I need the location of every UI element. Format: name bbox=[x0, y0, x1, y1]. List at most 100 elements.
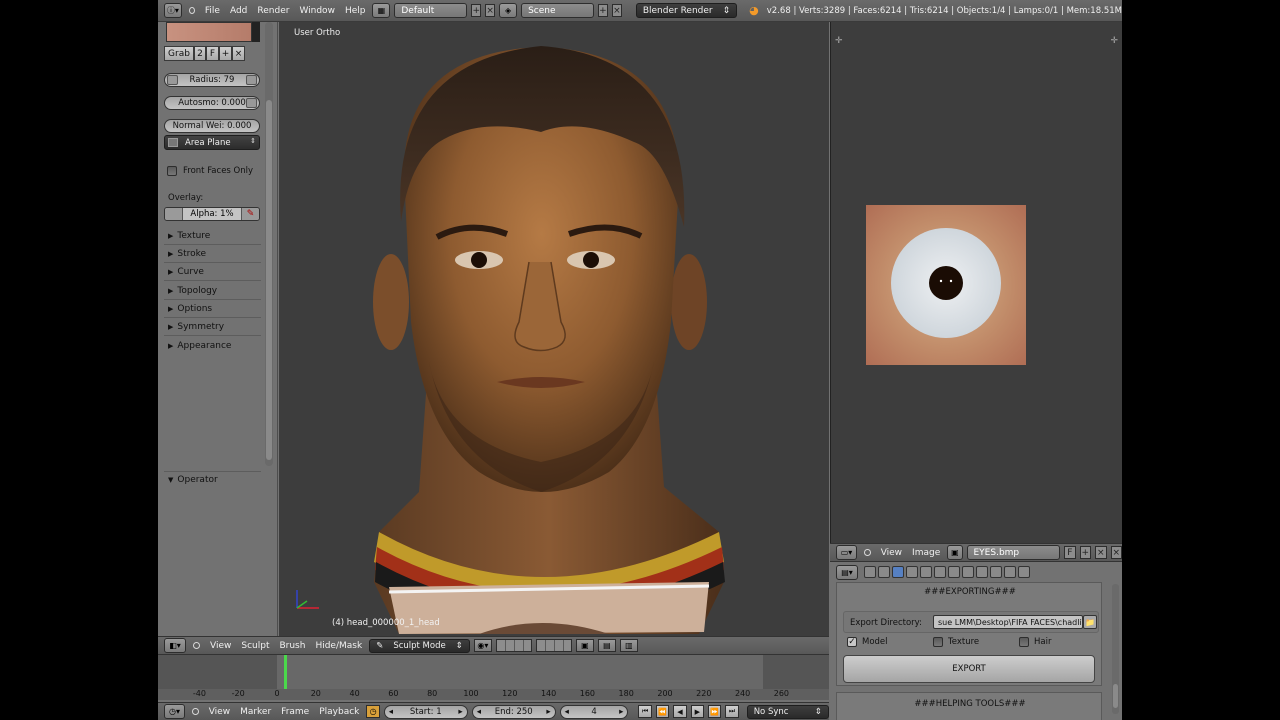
menu-file[interactable]: File bbox=[205, 6, 220, 16]
remove-layout-button[interactable]: × bbox=[485, 4, 496, 17]
hair-option[interactable]: Hair bbox=[1019, 637, 1051, 647]
menu-render[interactable]: Render bbox=[257, 6, 289, 16]
area-plane-select[interactable]: Area Plane ⇕ bbox=[164, 135, 260, 150]
image-fake-user-button[interactable]: F bbox=[1064, 546, 1076, 559]
hair-checkbox[interactable] bbox=[1019, 637, 1029, 647]
chevron-left-icon[interactable]: ◂ bbox=[389, 707, 393, 717]
scene-icon[interactable]: ◈ bbox=[499, 3, 518, 18]
remove-scene-button[interactable]: × bbox=[611, 4, 622, 17]
tool-shelf-scrollbar[interactable] bbox=[265, 22, 273, 466]
panel-options[interactable]: ▶ Options bbox=[164, 301, 261, 318]
scene-field[interactable]: Scene bbox=[521, 3, 594, 18]
autosmooth-slider[interactable]: Autosmo: 0.000 bbox=[164, 96, 260, 110]
panel-texture[interactable]: ▶ Texture bbox=[164, 228, 261, 245]
chevron-right-icon[interactable]: ▸ bbox=[458, 707, 462, 717]
current-frame-cursor[interactable] bbox=[283, 655, 287, 689]
jump-end-button[interactable]: ⏭ bbox=[725, 705, 739, 718]
area-split-icon[interactable]: ✛ bbox=[835, 36, 843, 46]
preview-range-icon[interactable]: ◷ bbox=[366, 705, 380, 718]
editor-type-info-icon[interactable]: ⓘ▾ bbox=[164, 3, 182, 18]
export-directory-input[interactable]: sue LMM\Desktop\FIFA FACES\chadli\ bbox=[933, 615, 1083, 629]
area-split-icon[interactable]: ✛ bbox=[1110, 36, 1118, 46]
front-faces-checkbox[interactable] bbox=[167, 166, 177, 176]
menu-view[interactable]: View bbox=[209, 707, 230, 717]
add-brush-button[interactable]: + bbox=[219, 46, 232, 61]
remove-brush-button[interactable]: × bbox=[232, 46, 245, 61]
model-option[interactable]: ✓ Model bbox=[847, 637, 888, 647]
modifiers-tab-icon[interactable] bbox=[934, 566, 946, 578]
render-animation-icon[interactable]: ▥ bbox=[619, 639, 638, 652]
collapse-menu-icon[interactable] bbox=[863, 549, 871, 556]
menu-marker[interactable]: Marker bbox=[240, 707, 271, 717]
texture-option[interactable]: Texture bbox=[933, 637, 979, 647]
texture-tab-icon[interactable] bbox=[976, 566, 988, 578]
chevron-right-icon[interactable]: ▸ bbox=[546, 707, 550, 717]
editor-type-properties-icon[interactable]: ▤▾ bbox=[836, 564, 858, 580]
mode-select[interactable]: ✎ Sculpt Mode ⇕ bbox=[369, 638, 470, 653]
close-icon[interactable]: × bbox=[1110, 546, 1122, 559]
particles-tab-icon[interactable] bbox=[990, 566, 1002, 578]
panel-operator[interactable]: ▼ Operator bbox=[164, 471, 261, 488]
timeline-editor[interactable]: -40 -20 0 20 40 60 80 100 120 140 160 180 200 220 240 2… bbox=[158, 654, 829, 700]
object-tab-icon[interactable] bbox=[906, 566, 918, 578]
menu-sculpt[interactable]: Sculpt bbox=[241, 641, 269, 651]
add-scene-button[interactable]: + bbox=[597, 4, 608, 17]
brush-fake-user-button[interactable]: F bbox=[206, 46, 219, 61]
menu-playback[interactable]: Playback bbox=[319, 707, 359, 717]
pressure-icon[interactable] bbox=[246, 75, 257, 85]
menu-image[interactable]: Image bbox=[912, 548, 940, 558]
constraints-tab-icon[interactable] bbox=[920, 566, 932, 578]
brush-name-field[interactable]: Grab bbox=[164, 46, 194, 61]
render-tab-icon[interactable] bbox=[864, 566, 876, 578]
menu-help[interactable]: Help bbox=[345, 6, 366, 16]
overlay-toggle-button[interactable] bbox=[165, 208, 183, 220]
render-preview-icon[interactable]: ▤ bbox=[597, 639, 616, 652]
chevron-left-icon[interactable]: ◂ bbox=[565, 707, 569, 717]
texture-checkbox[interactable] bbox=[933, 637, 943, 647]
scene-tab-icon[interactable] bbox=[878, 566, 890, 578]
chevron-right-icon[interactable]: ▸ bbox=[619, 707, 623, 717]
panel-stroke[interactable]: ▶ Stroke bbox=[164, 246, 261, 263]
collapse-menu-icon[interactable] bbox=[193, 642, 200, 649]
panel-topology[interactable]: ▶ Topology bbox=[164, 283, 261, 300]
jump-key-forward-button[interactable]: ⏩ bbox=[707, 705, 722, 718]
model-checkbox[interactable]: ✓ bbox=[847, 637, 857, 647]
layers-row-2[interactable] bbox=[535, 639, 572, 652]
lock-icon[interactable] bbox=[167, 75, 178, 85]
scripts-tab-icon[interactable] bbox=[1018, 566, 1030, 578]
image-browse-icon[interactable]: ▣ bbox=[947, 545, 963, 560]
image-name-field[interactable]: EYES.bmp bbox=[966, 545, 1061, 560]
scrollbar-thumb[interactable] bbox=[266, 100, 272, 460]
material-tab-icon[interactable] bbox=[962, 566, 974, 578]
start-frame-field[interactable]: ◂ Start: 1 ▸ bbox=[383, 704, 468, 719]
collapse-menu-icon[interactable] bbox=[188, 7, 195, 14]
camera-icon[interactable]: ▣ bbox=[575, 639, 594, 652]
data-tab-icon[interactable] bbox=[948, 566, 960, 578]
new-image-button[interactable]: + bbox=[1079, 546, 1092, 559]
layers-row-1[interactable] bbox=[495, 639, 532, 652]
current-frame-field[interactable]: ◂ 4 ▸ bbox=[559, 704, 629, 719]
menu-frame[interactable]: Frame bbox=[281, 707, 309, 717]
play-reverse-button[interactable]: ◀ bbox=[673, 705, 687, 718]
add-layout-button[interactable]: + bbox=[471, 4, 482, 17]
export-button[interactable]: EXPORT bbox=[843, 655, 1095, 683]
front-faces-option[interactable]: Front Faces Only bbox=[167, 166, 253, 176]
collapse-menu-icon[interactable] bbox=[191, 708, 199, 715]
screen-layout-field[interactable]: Default bbox=[394, 3, 468, 18]
brush-preview[interactable] bbox=[166, 22, 252, 42]
render-engine-select[interactable]: Blender Render ⇕ bbox=[635, 3, 738, 18]
jump-key-back-button[interactable]: ⏪ bbox=[655, 705, 670, 718]
play-button[interactable]: ▶ bbox=[690, 705, 704, 718]
menu-view[interactable]: View bbox=[881, 548, 902, 558]
menu-window[interactable]: Window bbox=[299, 6, 335, 16]
scrollbar-thumb[interactable] bbox=[1113, 684, 1118, 708]
editor-type-timeline-icon[interactable]: ◷▾ bbox=[164, 704, 185, 719]
brush-users-count[interactable]: 2 bbox=[194, 46, 206, 61]
panel-symmetry[interactable]: ▶ Symmetry bbox=[164, 319, 261, 336]
menu-hide-mask[interactable]: Hide/Mask bbox=[315, 641, 362, 651]
properties-scrollbar[interactable] bbox=[1112, 584, 1119, 714]
3d-viewport[interactable]: User Ortho (4) head_000000_1_head bbox=[279, 22, 829, 636]
panel-appearance[interactable]: ▶ Appearance bbox=[164, 337, 261, 354]
folder-icon[interactable]: 📁 bbox=[1083, 615, 1097, 629]
sync-mode-select[interactable]: No Sync ⇕ bbox=[746, 704, 829, 719]
